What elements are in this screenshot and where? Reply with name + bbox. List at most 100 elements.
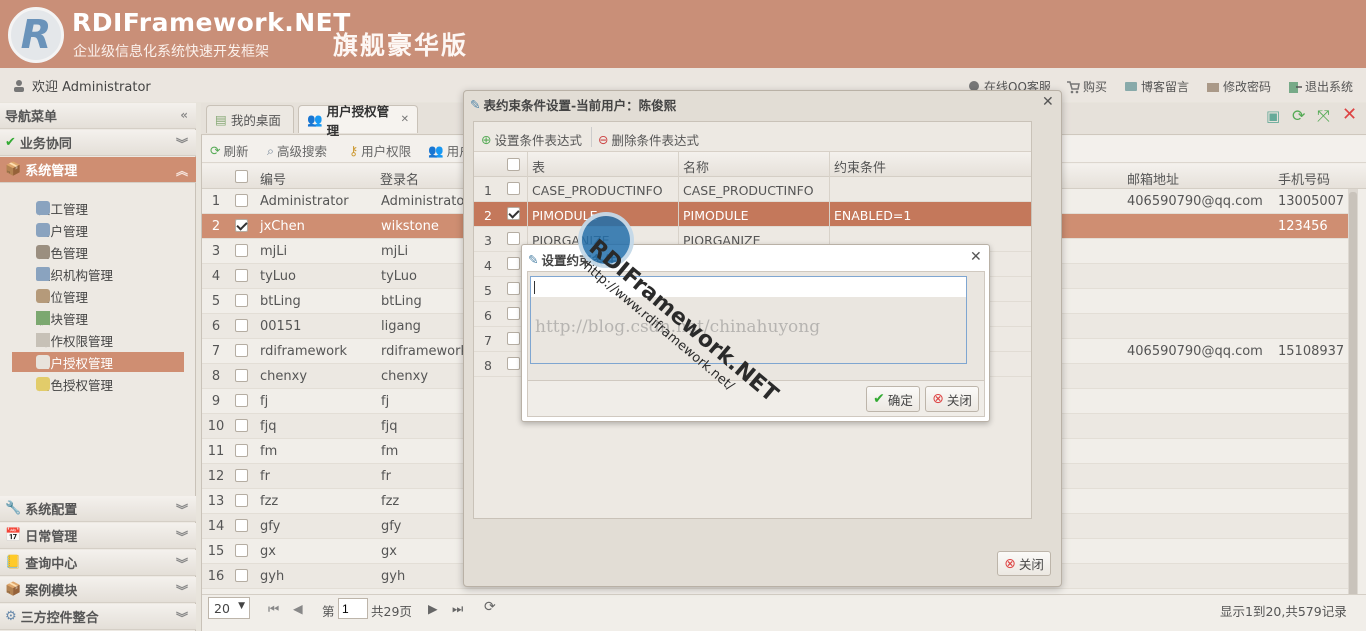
chevron-up-icon: ︽ (175, 164, 188, 178)
sidebar-item-permissions[interactable]: 操作权限管理 (12, 330, 184, 350)
sidebar-item-modules[interactable]: 模块管理 (12, 308, 184, 328)
prev-page-icon[interactable]: ◀ (293, 601, 303, 616)
row-checkbox[interactable] (235, 194, 248, 207)
close-icon[interactable]: ✕ (970, 249, 982, 265)
cell-no: rdiframework (260, 344, 347, 359)
first-page-icon[interactable]: ⏮ (268, 601, 279, 617)
page-prefix: 第 (322, 604, 335, 619)
row-checkbox[interactable] (235, 469, 248, 482)
sidebar-item-role-authorization[interactable]: 角色授权管理 (12, 374, 184, 394)
row-checkbox[interactable] (507, 207, 520, 220)
constraint-row[interactable]: 2 PIMODULE PIMODULE ENABLED=1 (474, 202, 1031, 227)
fullscreen-icon[interactable]: ⤧ (1317, 106, 1330, 126)
col-header-table[interactable]: 表 (532, 157, 545, 176)
row-number: 7 (484, 333, 492, 348)
edit-icon: ✎ (528, 252, 539, 267)
delete-expression-button[interactable]: ⊖ 删除条件表达式 (598, 130, 699, 149)
blog-link[interactable]: 博客留言 (1124, 78, 1189, 95)
nav-group-system[interactable]: 📦 系统管理 ︽ (0, 157, 196, 183)
page-input[interactable] (338, 598, 368, 619)
user-icon (36, 223, 50, 237)
constraint-row[interactable]: 1 CASE_PRODUCTINFO CASE_PRODUCTINFO (474, 177, 1031, 202)
nav-group-thirdparty-label: 三方控件整合 (20, 611, 99, 626)
cell-login: fzz (381, 494, 400, 509)
row-number: 7 (211, 344, 221, 359)
ok-button[interactable]: ✔ 确定 (866, 386, 920, 412)
row-checkbox[interactable] (235, 494, 248, 507)
buy-link[interactable]: 购买 (1066, 78, 1107, 95)
tab-desktop[interactable]: ▤ 我的桌面 (206, 105, 294, 133)
nav-group-thirdparty[interactable]: ⚙ 三方控件整合 ︾ (0, 604, 196, 630)
row-checkbox[interactable] (507, 282, 520, 295)
reload-icon[interactable]: ⟳ (484, 599, 496, 615)
row-checkbox[interactable] (235, 294, 248, 307)
row-checkbox[interactable] (235, 269, 248, 282)
inner-close-button[interactable]: ⊗ 关闭 (925, 386, 979, 412)
row-checkbox[interactable] (235, 244, 248, 257)
nav-group-config[interactable]: 🔧 系统配置 ︾ (0, 496, 196, 522)
col-header-condition[interactable]: 约束条件 (834, 157, 886, 176)
sidebar-item-roles[interactable]: 角色管理 (12, 242, 184, 262)
col-header-phone[interactable]: 手机号码 (1278, 169, 1330, 188)
cell-phone: 123456 (1278, 219, 1328, 234)
col-header-no[interactable]: 编号 (260, 169, 286, 188)
next-page-icon[interactable]: ▶ (428, 601, 438, 616)
set-expression-button[interactable]: ⊕ 设置条件表达式 (481, 130, 582, 149)
sidebar-item-positions[interactable]: 岗位管理 (12, 286, 184, 306)
advanced-search-button[interactable]: ⌕ 高级搜索 (267, 141, 327, 160)
last-page-icon[interactable]: ⏭ (452, 601, 463, 617)
change-password-link[interactable]: 修改密码 (1206, 78, 1271, 95)
row-checkbox[interactable] (507, 307, 520, 320)
nav-group-business[interactable]: ✔ 业务协同 ︾ (0, 130, 196, 156)
row-checkbox[interactable] (235, 219, 248, 232)
nav-group-cases-label: 案例模块 (25, 584, 78, 599)
row-checkbox[interactable] (507, 257, 520, 270)
col-header-email[interactable]: 邮箱地址 (1127, 169, 1179, 188)
sidebar-item-users[interactable]: 用户管理 (12, 220, 184, 240)
nav-group-cases[interactable]: 📦 案例模块 ︾ (0, 577, 196, 603)
row-checkbox[interactable] (235, 544, 248, 557)
row-checkbox[interactable] (235, 319, 248, 332)
nav-group-daily[interactable]: 📅 日常管理 ︾ (0, 523, 196, 549)
cell-no: btLing (260, 294, 301, 309)
select-all-checkbox[interactable] (235, 170, 248, 183)
row-checkbox[interactable] (235, 519, 248, 532)
select-all-checkbox[interactable] (507, 158, 520, 171)
row-number: 10 (207, 419, 225, 434)
row-number: 3 (484, 233, 492, 248)
col-header-name[interactable]: 名称 (683, 157, 709, 176)
logo: R (8, 7, 64, 63)
row-checkbox[interactable] (235, 444, 248, 457)
sidebar-item-user-authorization[interactable]: 用户授权管理 (12, 352, 184, 372)
col-header-login[interactable]: 登录名 (380, 169, 419, 188)
cell-email: 406590790@qq.com (1127, 194, 1263, 209)
row-checkbox[interactable] (235, 344, 248, 357)
row-checkbox[interactable] (507, 332, 520, 345)
refresh-icon[interactable]: ⟳ (1292, 106, 1305, 125)
sidebar-item-employees[interactable]: 员工管理 (12, 198, 184, 218)
close-icon[interactable]: ✕ (1042, 94, 1054, 110)
logout-link[interactable]: 退出系统 (1288, 78, 1353, 95)
cell-login: chenxy (381, 369, 429, 384)
row-checkbox[interactable] (507, 357, 520, 370)
refresh-button[interactable]: ⟳ 刷新 (210, 141, 249, 160)
row-checkbox[interactable] (235, 394, 248, 407)
chevron-down-icon: ︾ (175, 557, 188, 571)
outer-close-button[interactable]: ⊗ 关闭 (997, 551, 1051, 576)
row-checkbox[interactable] (507, 182, 520, 195)
row-checkbox[interactable] (235, 419, 248, 432)
close-icon[interactable]: ✕ (401, 114, 409, 125)
nav-group-config-label: 系统配置 (25, 503, 78, 518)
user-permission-button[interactable]: ⚷ 用户权限 (349, 141, 411, 160)
row-checkbox[interactable] (235, 369, 248, 382)
sidebar-item-organization[interactable]: 组织机构管理 (12, 264, 184, 284)
row-checkbox[interactable] (235, 569, 248, 582)
tab-user-authorization[interactable]: 👥 用户授权管理 ✕ (298, 104, 418, 138)
grid-scrollbar-thumb[interactable] (1349, 192, 1357, 597)
page-size-select[interactable]: 20 ▼ (208, 597, 250, 619)
close-icon[interactable]: ✕ (1342, 104, 1357, 125)
nav-group-query[interactable]: 📒 查询中心 ︾ (0, 550, 196, 576)
print-icon[interactable]: ▣ (1266, 107, 1280, 125)
row-checkbox[interactable] (507, 232, 520, 245)
collapse-icon[interactable]: « (180, 108, 188, 122)
